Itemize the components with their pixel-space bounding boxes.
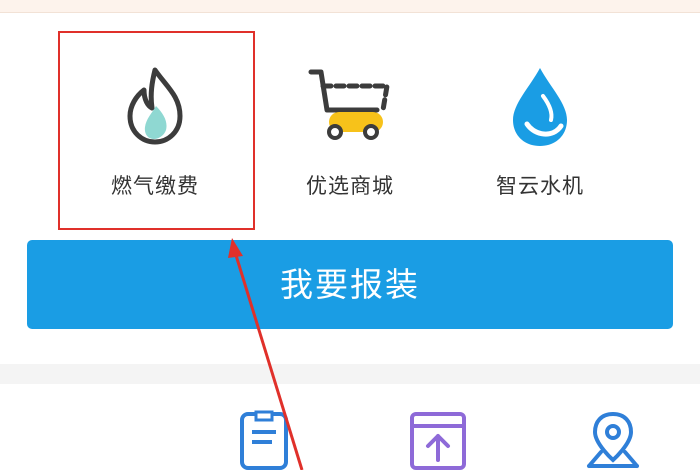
install-request-button[interactable]: 我要报装 (27, 240, 673, 329)
map-pin-icon[interactable] (583, 408, 643, 470)
service-label: 优选商城 (306, 174, 394, 198)
water-drop-icon (513, 68, 567, 146)
service-label: 智云水机 (496, 174, 584, 198)
annotation-highlight-box (58, 31, 255, 230)
section-divider (0, 364, 700, 384)
shopping-cart-icon (308, 69, 390, 140)
service-mall[interactable]: 优选商城 (265, 52, 435, 212)
service-water-machine[interactable]: 智云水机 (455, 52, 625, 212)
upload-window-icon[interactable] (408, 408, 468, 470)
document-edit-icon[interactable] (236, 408, 296, 470)
top-strip (0, 0, 700, 13)
